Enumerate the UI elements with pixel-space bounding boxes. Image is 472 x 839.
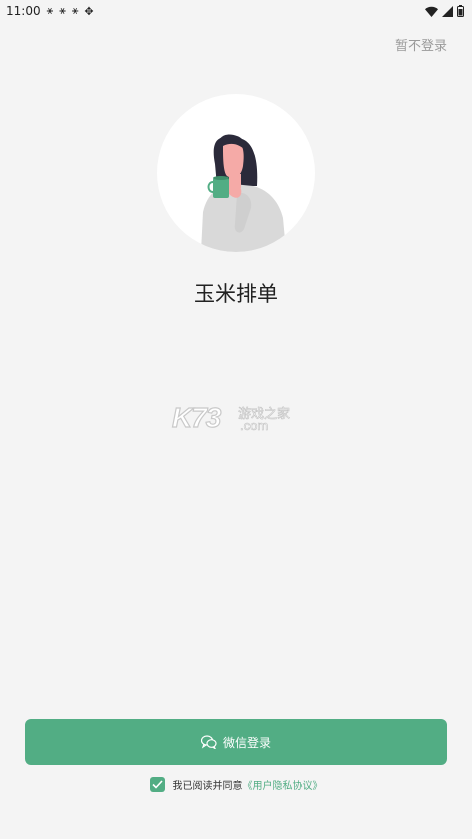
agreement-text: 我已阅读并同意《用户隐私协议》 [173,777,323,792]
app-title: 玉米排单 [194,282,278,306]
watermark-com-text: .com [240,418,269,434]
wifi-icon [425,6,438,17]
woman-drinking-coffee-illustration [201,134,285,252]
status-right [425,5,464,17]
status-bar: 11:00 ⚹ ⚹ ⚹ ✥ [0,0,472,22]
agreement-prefix: 我已阅读并同意 [172,780,243,792]
watermark-logo: K73 游戏之家 .com [171,401,302,436]
watermark-main-text: K73 [171,401,222,433]
notification-icon: ⚹ [46,4,54,17]
wechat-icon [200,735,217,749]
battery-icon [457,5,464,17]
notification-icon: ⚹ [71,4,79,17]
wechat-login-button[interactable]: 微信登录 [25,719,447,765]
skip-login-button[interactable]: 暂不登录 [395,35,447,54]
status-time: 11:00 [6,4,41,18]
privacy-policy-link[interactable]: 《用户隐私协议》 [243,781,323,792]
wechat-login-label: 微信登录 [222,735,271,750]
notification-icon: ⚹ [59,4,66,17]
agreement-checkbox[interactable] [149,776,165,792]
checkmark-icon [151,779,163,789]
privacy-agreement-row: 我已阅读并同意《用户隐私协议》 [0,775,472,793]
status-left: 11:00 ⚹ ⚹ ⚹ ✥ [6,4,94,18]
signal-icon [442,5,453,17]
bug-icon: ✥ [84,4,94,18]
avatar-illustration [157,94,315,252]
